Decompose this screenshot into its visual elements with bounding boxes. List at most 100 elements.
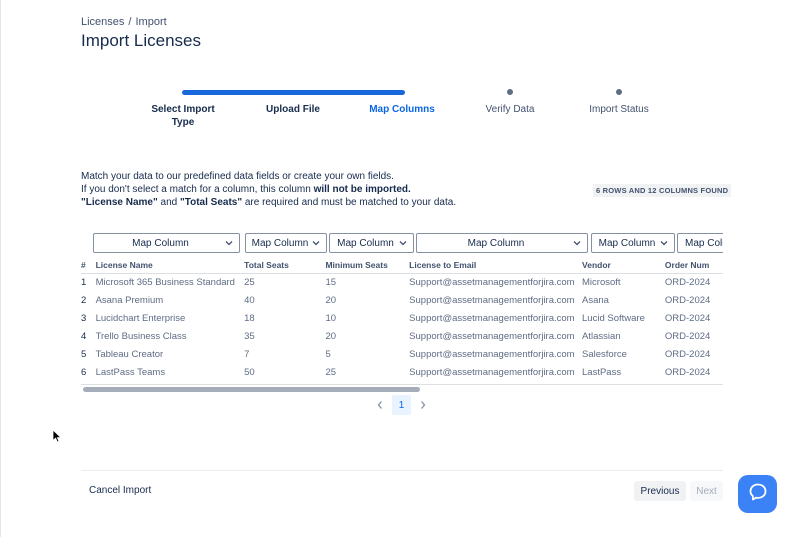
table-cell: ORD-2024 <box>664 276 711 288</box>
table-cell: Atlassian <box>582 330 621 342</box>
table-row: 2 Asana Premium 40 20 Support@assetmanag… <box>81 291 723 309</box>
chevron-down-icon <box>225 239 233 247</box>
help-chat-button[interactable] <box>738 475 777 513</box>
table-cell: Lucidchart Enterprise <box>95 312 186 324</box>
table-cell: Salesforce <box>582 348 627 360</box>
column-header: Minimum Seats <box>325 257 410 274</box>
table-cell: Support@assetmanagementforjira.com <box>409 312 575 324</box>
map-column-select-license-name[interactable]: Map Column <box>93 233 240 253</box>
table-cell: 15 <box>325 276 337 288</box>
import-stepper: Select Import Type Upload File Map Colum… <box>128 86 688 136</box>
map-column-select-minimum-seats[interactable]: Map Column <box>329 233 414 253</box>
step-upload-file: Upload File <box>238 86 348 116</box>
chevron-down-icon <box>573 239 581 247</box>
step-import-status: Import Status <box>564 86 674 116</box>
step-verify-data: Verify Data <box>455 86 565 116</box>
page-title: Import Licenses <box>81 31 201 50</box>
table-cell: 35 <box>244 330 255 342</box>
table-cell: Trello Business Class <box>95 330 187 342</box>
table-cell: Microsoft 365 Business Standard <box>95 276 235 288</box>
mapping-table: Map Column Map Column Map Column Map Col… <box>81 230 723 395</box>
pagination: 1 <box>372 395 431 415</box>
table-cell: 25 <box>325 366 337 378</box>
table-cell: 5 <box>81 348 87 360</box>
data-preview-table: # License Name Total Seats Minimum Seats… <box>81 257 723 381</box>
map-column-select-total-seats[interactable]: Map Column <box>245 233 327 253</box>
table-row: 4 Trello Business Class 35 20 Support@as… <box>81 327 723 345</box>
map-column-select-license-to-email[interactable]: Map Column <box>416 233 588 253</box>
table-cell: ORD-2024 <box>664 366 711 378</box>
previous-button[interactable]: Previous <box>634 481 686 501</box>
chat-bubble-icon <box>748 482 768 507</box>
table-cell: Support@assetmanagementforjira.com <box>409 366 575 378</box>
column-header: # <box>81 257 96 274</box>
map-column-select-order-number[interactable]: Map Column <box>677 233 723 253</box>
scrollbar-thumb[interactable] <box>83 387 420 392</box>
table-cell: LastPass Teams <box>95 366 166 378</box>
table-row: 5 Tableau Creator 7 5 Support@assetmanag… <box>81 345 723 363</box>
column-header: License Name <box>95 257 245 274</box>
table-cell: ORD-2024 <box>664 294 711 306</box>
table-cell: ORD-2024 <box>664 312 711 324</box>
table-header-row: # License Name Total Seats Minimum Seats… <box>81 257 723 274</box>
step-dot <box>507 89 513 95</box>
chevron-left-icon[interactable] <box>372 395 388 415</box>
table-cell: Support@assetmanagementforjira.com <box>409 276 575 288</box>
table-cell: Support@assetmanagementforjira.com <box>409 294 575 306</box>
step-label: Verify Data <box>485 104 535 115</box>
table-row: 1 Microsoft 365 Business Standard 25 15 … <box>81 273 723 291</box>
table-cell: Support@assetmanagementforjira.com <box>409 330 575 342</box>
horizontal-scrollbar[interactable] <box>81 384 723 392</box>
table-cell: 20 <box>325 330 337 342</box>
step-dot <box>616 89 622 95</box>
table-row: 6 LastPass Teams 50 25 Support@assetmana… <box>81 363 723 381</box>
breadcrumb-current: Import <box>135 16 167 28</box>
table-cell: Support@assetmanagementforjira.com <box>409 348 575 360</box>
table-cell: 7 <box>244 348 250 360</box>
next-button[interactable]: Next <box>690 481 723 501</box>
table-cell: 20 <box>325 294 337 306</box>
map-column-select-vendor[interactable]: Map Column <box>591 233 675 253</box>
table-cell: 40 <box>244 294 255 306</box>
table-cell: 6 <box>81 366 87 378</box>
table-cell: 10 <box>325 312 337 324</box>
chevron-right-icon[interactable] <box>415 395 431 415</box>
chevron-down-icon <box>660 239 668 247</box>
step-label: Import Status <box>589 104 649 115</box>
instruction-line-1: Match your data to our predefined data f… <box>81 171 394 182</box>
table-cell: 18 <box>244 312 255 324</box>
cancel-import-button[interactable]: Cancel Import <box>89 485 151 496</box>
column-header: Order Num <box>664 257 723 274</box>
page-button-current[interactable]: 1 <box>392 395 411 415</box>
footer-divider <box>81 470 723 471</box>
rows-columns-found-badge: 6 ROWS AND 12 COLUMNS FOUND <box>593 184 732 197</box>
step-label: Select Import Type <box>151 104 215 128</box>
table-cell: 2 <box>81 294 87 306</box>
table-cell: 25 <box>244 276 255 288</box>
table-cell: 1 <box>81 276 87 288</box>
table-cell: 50 <box>244 366 255 378</box>
instruction-line-3: "License Name" and "Total Seats" are req… <box>81 197 457 208</box>
left-border <box>0 0 1 537</box>
table-cell: Tableau Creator <box>95 348 164 360</box>
column-header: License to Email <box>409 257 583 274</box>
table-cell: LastPass <box>582 366 622 378</box>
table-cell: 5 <box>325 348 331 360</box>
breadcrumb-licenses-link[interactable]: Licenses <box>81 16 124 28</box>
column-header: Vendor <box>582 257 665 274</box>
table-row: 3 Lucidchart Enterprise 18 10 Support@as… <box>81 309 723 327</box>
mapping-instructions: Match your data to our predefined data f… <box>81 170 456 209</box>
chevron-down-icon <box>399 239 407 247</box>
table-cell: ORD-2024 <box>664 330 711 342</box>
table-cell: Asana Premium <box>95 294 164 306</box>
step-select-import-type: Select Import Type <box>128 86 238 129</box>
chevron-down-icon <box>312 239 320 247</box>
table-cell: Asana <box>582 294 609 306</box>
table-cell: ORD-2024 <box>664 348 711 360</box>
step-label: Map Columns <box>369 104 435 115</box>
step-map-columns: Map Columns <box>347 86 457 116</box>
column-header: Total Seats <box>244 257 326 274</box>
breadcrumb: Licenses / Import <box>81 16 167 28</box>
table-cell: 4 <box>81 330 87 342</box>
instruction-line-2: If you don't select a match for a column… <box>81 184 411 195</box>
